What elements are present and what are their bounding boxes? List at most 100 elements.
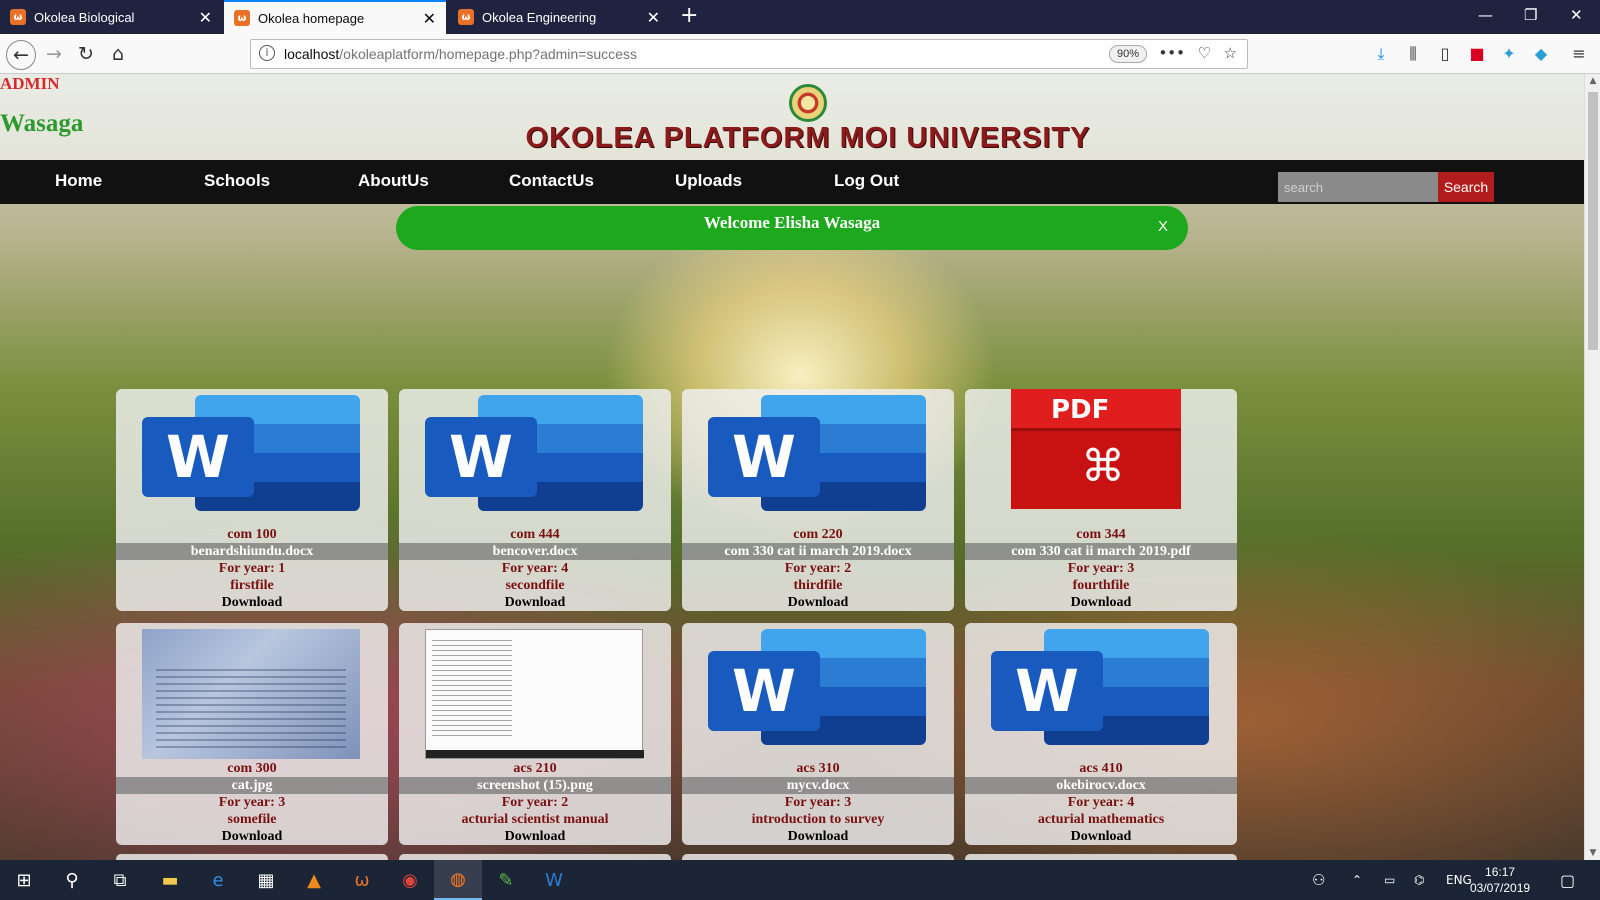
download-link[interactable]: Download <box>116 828 388 845</box>
zoom-level-badge[interactable]: 90% <box>1108 45 1147 63</box>
download-link[interactable]: Download <box>682 594 954 611</box>
menu-hamburger-icon[interactable]: ≡ <box>1569 44 1589 64</box>
site-info-icon[interactable]: i <box>259 45 275 61</box>
file-card[interactable]: acs 210 screenshot (15).png For year: 2 … <box>399 623 671 845</box>
nav-uploads[interactable]: Uploads <box>675 171 742 191</box>
notifications-icon[interactable]: ▢ <box>1560 860 1575 900</box>
download-link[interactable]: Download <box>965 828 1237 845</box>
extension-shield-icon[interactable]: ◆ <box>1531 44 1551 64</box>
file-card[interactable]: W com 444 bencover.docx For year: 4 seco… <box>399 389 671 611</box>
year-label: For year: 2 <box>784 561 852 576</box>
file-card[interactable]: W com 220 com 330 cat ii march 2019.docx… <box>682 389 954 611</box>
reload-icon[interactable]: ↻ <box>72 40 100 68</box>
tab-title: Okolea Engineering <box>482 9 597 25</box>
nav-contactus[interactable]: ContactUs <box>509 171 594 191</box>
photo-thumbnail <box>142 629 360 759</box>
file-name: screenshot (15).png <box>399 777 671 794</box>
year-label: For year: 4 <box>1067 795 1135 810</box>
file-name: com 330 cat ii march 2019.pdf <box>965 543 1237 560</box>
close-banner-button[interactable]: X <box>1158 218 1168 235</box>
file-description: acturial scientist manual <box>461 812 609 827</box>
scrollbar-thumb[interactable] <box>1588 92 1598 350</box>
show-hidden-icons-chevron-icon[interactable]: ⌃ <box>1352 860 1362 900</box>
extension-puzzle-icon[interactable]: ✦ <box>1499 44 1519 64</box>
search-button[interactable]: Search <box>1438 172 1494 202</box>
bookmark-star-icon[interactable]: ☆ <box>1224 44 1237 62</box>
nav-logout[interactable]: Log Out <box>834 171 899 191</box>
store-icon[interactable]: ▦ <box>242 860 290 900</box>
download-link[interactable]: Download <box>965 594 1237 611</box>
scroll-up-arrow-icon[interactable]: ▲ <box>1585 76 1600 86</box>
tab-title: Okolea homepage <box>258 10 365 26</box>
file-description: introduction to survey <box>751 812 885 827</box>
file-card[interactable]: W acs 410 okebirocv.docx For year: 4 act… <box>965 623 1237 845</box>
sidebar-icon[interactable]: ▯ <box>1435 44 1455 64</box>
word-document-icon: W <box>425 395 643 525</box>
vertical-scrollbar[interactable]: ▲ ▼ <box>1584 74 1600 860</box>
search-input[interactable] <box>1278 172 1438 202</box>
file-card[interactable]: W acs 310 mycv.docx For year: 3 introduc… <box>682 623 954 845</box>
network-icon[interactable]: ⌬ <box>1414 860 1424 900</box>
windows-start-icon[interactable]: ⊞ <box>0 860 48 900</box>
course-code: com 220 <box>793 527 843 542</box>
download-link[interactable]: Download <box>682 828 954 845</box>
nav-aboutus[interactable]: AboutUs <box>358 171 429 191</box>
file-card[interactable]: W com 100 benardshiundu.docx For year: 1… <box>116 389 388 611</box>
word-icon[interactable]: W <box>530 860 578 900</box>
new-tab-plus-icon[interactable]: + <box>680 3 698 28</box>
tab-okolea-biological[interactable]: ω Okolea Biological ✕ <box>0 0 222 34</box>
tab-okolea-engineering[interactable]: ω Okolea Engineering ✕ <box>448 0 670 34</box>
nav-home[interactable]: Home <box>55 171 102 191</box>
download-link[interactable]: Download <box>399 594 671 611</box>
page-actions-icon[interactable]: ••• <box>1158 44 1185 62</box>
url-text[interactable]: localhost/okoleaplatform/homepage.php?ad… <box>284 46 637 62</box>
task-view-icon[interactable]: ⧉ <box>96 860 144 900</box>
system-clock[interactable]: 16:17 03/07/2019 <box>1470 864 1530 896</box>
close-tab-icon[interactable]: ✕ <box>423 9 436 28</box>
file-description: acturial mathematics <box>1037 812 1165 827</box>
home-icon[interactable]: ⌂ <box>104 40 132 68</box>
xampp-icon[interactable]: ω <box>338 860 386 900</box>
download-link[interactable]: Download <box>399 828 671 845</box>
year-label: For year: 1 <box>218 561 286 576</box>
tab-okolea-homepage[interactable]: ω Okolea homepage ✕ <box>224 0 446 34</box>
battery-icon[interactable]: ▭ <box>1384 860 1395 900</box>
file-card[interactable]: com 300 cat.jpg For year: 3 somefile Dow… <box>116 623 388 845</box>
download-link[interactable]: Download <box>116 594 388 611</box>
university-logo <box>789 84 827 122</box>
search-icon[interactable]: ⚲ <box>48 860 96 900</box>
forward-arrow-icon[interactable]: → <box>40 40 68 68</box>
back-arrow-icon[interactable]: ← <box>6 40 36 70</box>
scroll-down-arrow-icon[interactable]: ▼ <box>1585 848 1600 858</box>
language-indicator[interactable]: ENG <box>1446 860 1472 900</box>
file-explorer-icon[interactable]: ▬ <box>146 860 194 900</box>
nav-schools[interactable]: Schools <box>204 171 270 191</box>
chrome-icon[interactable]: ◉ <box>386 860 434 900</box>
close-tab-icon[interactable]: ✕ <box>647 8 660 27</box>
okolea-favicon-icon: ω <box>458 9 474 25</box>
extension-red-icon[interactable]: ■ <box>1467 44 1487 64</box>
library-icon[interactable]: ⫼ <box>1403 44 1423 64</box>
file-description: fourthfile <box>1072 578 1130 593</box>
pocket-icon[interactable]: ♡ <box>1198 44 1211 62</box>
file-card[interactable]: PDF ⌘ com 344 com 330 cat ii march 2019.… <box>965 389 1237 611</box>
people-icon[interactable]: ⚇ <box>1312 860 1325 900</box>
clock-time: 16:17 <box>1485 865 1516 879</box>
downloads-icon[interactable]: ⤓ <box>1371 44 1391 64</box>
notepad-icon[interactable]: ✎ <box>482 860 530 900</box>
address-bar[interactable]: i localhost/okoleaplatform/homepage.php?… <box>250 39 1248 69</box>
year-label: For year: 3 <box>784 795 852 810</box>
welcome-message: Welcome Elisha Wasaga <box>703 213 881 232</box>
url-host: localhost <box>284 46 340 62</box>
restore-window-icon[interactable]: ❐ <box>1524 6 1537 24</box>
course-code: acs 410 <box>1079 761 1123 776</box>
minimize-window-icon[interactable]: — <box>1478 6 1493 24</box>
okolea-favicon-icon: ω <box>234 10 250 26</box>
course-code: acs 210 <box>513 761 557 776</box>
okolea-favicon-icon: ω <box>10 9 26 25</box>
edge-browser-icon[interactable]: e <box>194 860 242 900</box>
vlc-icon[interactable]: ▲ <box>290 860 338 900</box>
firefox-icon[interactable]: ◍ <box>434 860 482 900</box>
close-tab-icon[interactable]: ✕ <box>199 8 212 27</box>
close-window-icon[interactable]: ✕ <box>1570 6 1583 24</box>
